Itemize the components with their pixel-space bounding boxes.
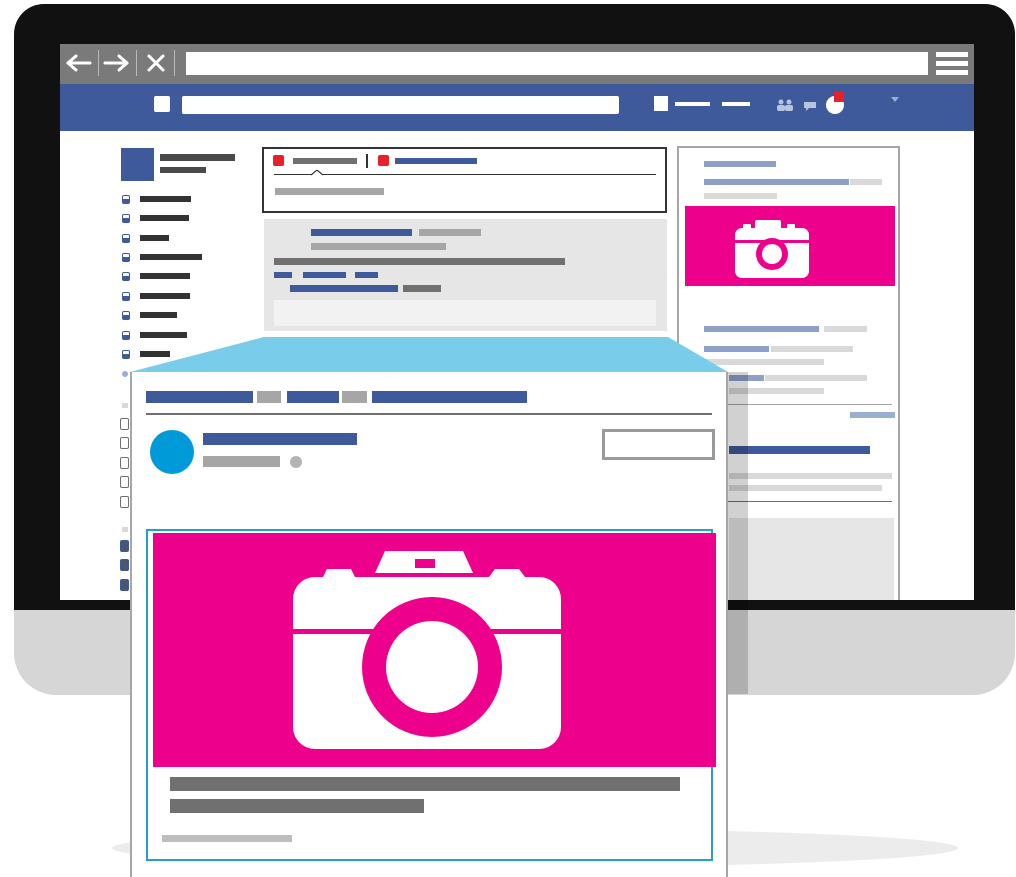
like-page-button[interactable] (602, 429, 715, 460)
post-header-line (146, 391, 253, 403)
globe-dot (290, 456, 302, 468)
ad-text-line (170, 799, 424, 813)
ad-frame (146, 529, 716, 861)
camera-icon (293, 551, 561, 749)
post-header-line (287, 391, 339, 403)
post-header-line (342, 391, 367, 403)
page-avatar[interactable] (150, 430, 194, 474)
post-header-line (372, 391, 527, 403)
ad-text-line (170, 777, 680, 791)
zoom-shadow (726, 372, 748, 694)
sponsored-label-line (203, 456, 280, 467)
post-header-line (257, 391, 281, 403)
zoomed-sponsored-post[interactable] (130, 372, 728, 877)
post-header-rule (146, 413, 712, 415)
ad-link-line (162, 835, 292, 842)
ad-image[interactable] (153, 533, 716, 767)
page-name-line[interactable] (203, 433, 357, 445)
